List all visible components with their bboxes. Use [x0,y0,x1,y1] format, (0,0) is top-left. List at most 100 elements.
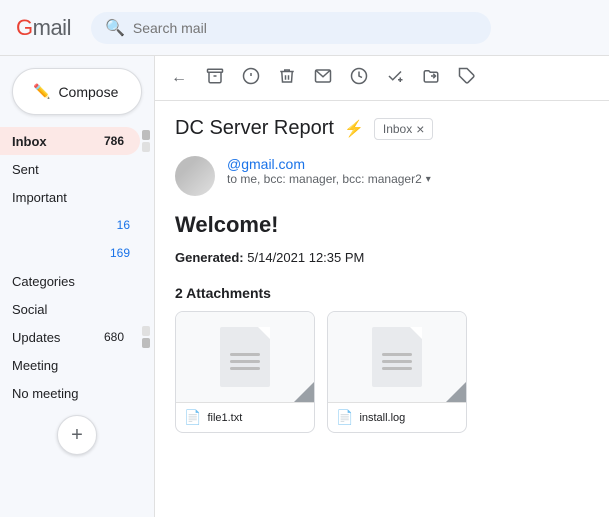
pencil-icon: ✏️ [33,83,50,100]
mail-icon [314,67,332,90]
sidebar-important-label: Important [12,190,67,205]
generated-value: 5/14/2021 12:35 PM [247,250,364,265]
email-subject: DC Server Report [175,117,334,140]
spam-button[interactable] [235,62,267,94]
sidebar-item-important[interactable]: Important [0,183,146,211]
to-text: to me, bcc: manager, bcc: manager2 [227,172,422,186]
spam-icon [242,67,260,90]
sidebar-social-label: Social [12,302,47,317]
doc-line [230,367,260,370]
attachment-preview-2 [328,312,466,402]
trash-icon [278,67,296,90]
sidebar-item4-count: 16 [117,218,130,232]
sidebar-item5-count: 169 [110,246,130,260]
sidebar-item-sent[interactable]: Sent [0,155,146,183]
sidebar-categories-label: Categories [12,274,75,289]
label-button[interactable] [451,62,483,94]
doc-line [230,353,260,356]
delete-button[interactable] [271,62,303,94]
corner-fill-1 [294,382,314,402]
snooze-button[interactable] [343,62,375,94]
attachment-filename-1: file1.txt [207,412,306,424]
check-add-icon [386,67,404,90]
attachment-footer-2: 📄 install.log [328,402,466,432]
sender-info: @gmail.com to me, bcc: manager, bcc: man… [227,156,431,186]
label-icon [458,67,476,90]
plus-icon: + [71,424,83,447]
sidebar-items: Inbox 786 Sent Important 16 [0,127,154,407]
email-generated: Generated: 5/14/2021 12:35 PM [175,250,589,265]
clock-icon [350,67,368,90]
sidebar-item-social[interactable]: Social [0,295,146,323]
task-button[interactable] [379,62,411,94]
attachment-corner-1 [294,382,314,402]
doc-lines-2 [382,353,412,370]
sidebar-item-item4[interactable]: 16 [0,211,146,239]
email-content: DC Server Report ⚡ Inbox × @gmail.com to… [155,101,609,517]
sidebar-more: + [0,407,154,463]
sidebar-item-updates[interactable]: Updates 680 [0,323,140,351]
doc-line [382,360,412,363]
search-icon: 🔍 [105,18,125,38]
sidebar-item-categories[interactable]: Categories [0,267,146,295]
folder-move-icon [422,67,440,90]
dropdown-arrow-icon[interactable]: ▾ [426,174,431,185]
sidebar-updates-count: 680 [104,330,124,344]
doc-icon-1 [220,327,270,387]
attachment-item-2[interactable]: 📄 install.log [327,311,467,433]
main-body: ✏️ Compose Inbox 786 Sent [0,56,609,517]
sender-row: @gmail.com to me, bcc: manager, bcc: man… [175,156,589,196]
inbox-badge-close[interactable]: × [416,121,424,137]
attachment-item-1[interactable]: 📄 file1.txt [175,311,315,433]
archive-icon [206,67,224,90]
move-button[interactable] [415,62,447,94]
sidebar: ✏️ Compose Inbox 786 Sent [0,56,155,517]
corner-fill-2 [446,382,466,402]
sidebar-item-meeting[interactable]: Meeting [0,351,146,379]
file-type-icon-2: 📄 [336,409,353,426]
compose-section: ✏️ Compose [12,68,142,115]
sidebar-inbox-label: Inbox [12,134,47,149]
doc-line [382,367,412,370]
inbox-badge: Inbox × [374,118,434,140]
email-greeting: Welcome! [175,212,589,238]
attachment-corner-2 [446,382,466,402]
doc-line [230,360,260,363]
inbox-row-wrapper: Inbox 786 [0,127,154,155]
email-body: Welcome! Generated: 5/14/2021 12:35 PM [175,212,589,265]
email-toolbar: ← [155,56,609,101]
sidebar-item-nomeeting[interactable]: No meeting [0,379,146,407]
updates-row-wrapper: Updates 680 [0,323,154,351]
sidebar-nomeeting-label: No meeting [12,386,78,401]
generated-label: Generated: [175,250,244,265]
sidebar-sent-label: Sent [12,162,39,177]
compose-button[interactable]: ✏️ Compose [12,68,142,115]
sidebar-updates-label: Updates [12,330,60,345]
lightning-icon: ⚡ [344,119,364,139]
topbar: Gmail 🔍 [0,0,609,56]
gmail-logo: Gmail [16,15,71,41]
file-type-icon-1: 📄 [184,409,201,426]
sidebar-item-item5[interactable]: 169 [0,239,146,267]
attachment-footer-1: 📄 file1.txt [176,402,314,432]
back-button[interactable]: ← [163,62,195,94]
attachments-title: 2 Attachments [175,285,589,301]
sidebar-inbox-count: 786 [104,134,124,148]
back-icon: ← [171,69,187,87]
compose-label: Compose [58,84,118,100]
attachment-preview-1 [176,312,314,402]
attachments-grid: 📄 file1.txt [175,311,589,433]
search-input[interactable] [133,20,477,36]
attachment-filename-2: install.log [359,412,458,424]
inbox-badge-label: Inbox [383,122,412,136]
search-bar[interactable]: 🔍 [91,12,491,44]
sender-email: @gmail.com [227,156,431,172]
avatar [175,156,215,196]
doc-icon-2 [372,327,422,387]
sidebar-item-inbox[interactable]: Inbox 786 [0,127,140,155]
add-label-button[interactable]: + [57,415,97,455]
archive-button[interactable] [199,62,231,94]
mail-button[interactable] [307,62,339,94]
sidebar-meeting-label: Meeting [12,358,58,373]
sidebar-scroll-wrapper: Inbox 786 Sent Important 16 [0,127,154,407]
